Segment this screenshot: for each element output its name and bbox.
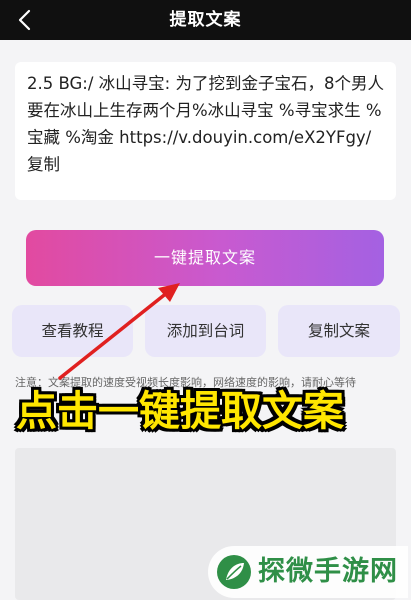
share-text-input[interactable]: 2.5 BG:/ 冰山寻宝: 为了挖到金子宝石，8个男人要在冰山上生存两个月%冰… bbox=[15, 62, 396, 200]
view-tutorial-button[interactable]: 查看教程 bbox=[12, 305, 133, 357]
page-title: 提取文案 bbox=[169, 10, 242, 30]
copy-text-button[interactable]: 复制文案 bbox=[278, 305, 400, 357]
watermark-text: 探微手游网 bbox=[258, 556, 398, 587]
add-to-script-button[interactable]: 添加到台词 bbox=[145, 305, 266, 357]
extract-text-button[interactable]: 一键提取文案 bbox=[26, 230, 384, 286]
instruction-caption: 点击一键提取文案 bbox=[16, 387, 344, 435]
site-watermark: 探微手游网 bbox=[208, 546, 408, 598]
top-bar: 提取文案 bbox=[0, 0, 411, 40]
leaf-logo-icon bbox=[216, 554, 252, 590]
